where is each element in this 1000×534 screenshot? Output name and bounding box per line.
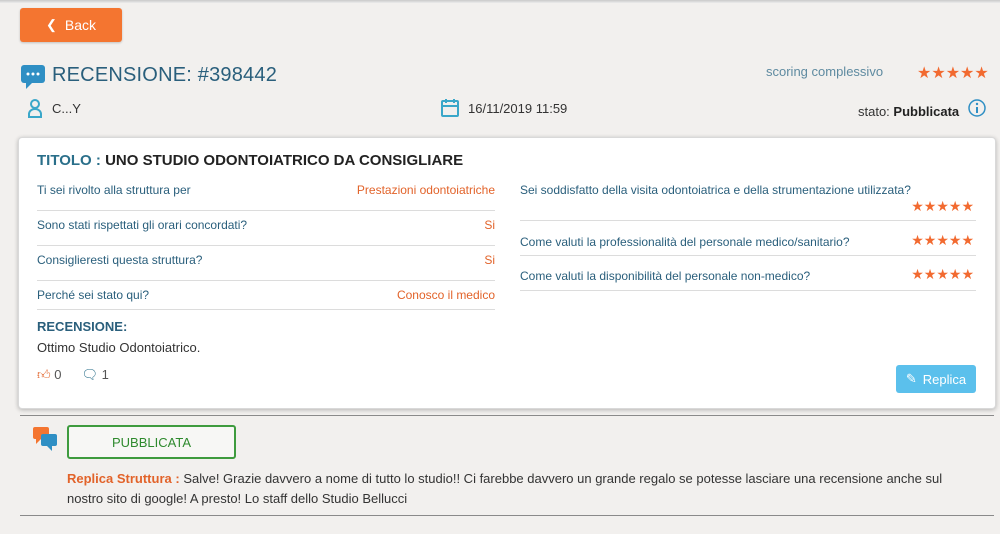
rating-stars: ★★★★★	[911, 198, 974, 214]
thumbs-up-icon: 👍︎	[37, 367, 51, 382]
comment-button[interactable]: 🗨︎ 1	[81, 367, 108, 383]
rating-stars: ★★★★★	[911, 232, 974, 248]
answer-text: Prestazioni odontoiatriche	[356, 183, 495, 197]
like-button[interactable]: 👍︎ 0	[37, 367, 61, 383]
user-icon	[28, 99, 42, 118]
reply-body: Salve! Grazie davvero a nome di tutto lo…	[67, 471, 943, 506]
question-text: Sono stati rispettati gli orari concorda…	[37, 218, 248, 232]
reply-label: Replica Struttura :	[67, 471, 180, 486]
reply-button[interactable]: ✎ Replica	[896, 365, 976, 393]
chevron-left-icon: ❮	[45, 17, 57, 32]
question-text: Ti sei rivolto alla struttura per	[37, 183, 191, 197]
review-text: Ottimo Studio Odontoiatrico.	[37, 340, 201, 355]
speech-bubble-icon	[21, 65, 45, 89]
question-row: Ti sei rivolto alla struttura per Presta…	[37, 175, 495, 211]
scoring-label: scoring complessivo	[766, 64, 884, 79]
back-button[interactable]: ❮ Back	[20, 8, 122, 42]
question-text: Consiglieresti questa struttura?	[37, 253, 203, 267]
reply-button-label: Replica	[922, 371, 967, 387]
question-row: Sono stati rispettati gli orari concorda…	[37, 210, 495, 246]
rating-row: Come valuti la disponibilità del persona…	[520, 255, 976, 291]
facility-reply: Replica Struttura : Salve! Grazie davver…	[67, 469, 967, 509]
comment-count: 1	[101, 367, 109, 382]
answer-text: Conosco il medico	[396, 288, 495, 302]
rating-question: Come valuti la professionalità del perso…	[520, 235, 850, 249]
review-id: #398442	[197, 64, 278, 86]
review-actions: 👍︎ 0 🗨︎ 1	[37, 367, 109, 383]
info-icon[interactable]	[968, 99, 986, 117]
divider	[20, 515, 994, 516]
title-text: UNO STUDIO ODONTOIATRICO DA CONSIGLIARE	[105, 152, 464, 169]
title-label: TITOLO :	[37, 152, 101, 169]
divider	[20, 415, 994, 416]
status-badge: Pubblicata	[893, 104, 960, 119]
question-row: Consiglieresti questa struttura? Si	[37, 245, 495, 281]
calendar-icon	[441, 99, 459, 117]
status-label: stato:	[858, 104, 890, 119]
page-title: RECENSIONE: #398442	[52, 64, 277, 87]
published-status-button[interactable]: PUBBLICATA	[67, 425, 236, 459]
rating-stars: ★★★★★	[911, 266, 974, 282]
pencil-icon: ✎	[905, 371, 917, 386]
review-title: TITOLO : UNO STUDIO ODONTOIATRICO DA CON…	[37, 152, 463, 169]
status-indicator: stato: Pubblicata	[858, 104, 959, 119]
reviewer-name: C...Y	[52, 101, 81, 116]
answer-text: Si	[484, 218, 495, 232]
answer-text: Si	[484, 253, 495, 267]
rating-question: Come valuti la disponibilità del persona…	[520, 269, 811, 283]
like-count: 0	[54, 367, 62, 382]
back-button-label: Back	[64, 17, 97, 33]
question-text: Perché sei stato qui?	[37, 288, 150, 302]
rating-row: Sei soddisfatto della visita odontoiatri…	[520, 175, 976, 221]
top-border	[0, 0, 1000, 3]
title-prefix: RECENSIONE:	[52, 64, 198, 86]
reply-bubbles-icon	[33, 427, 57, 451]
overall-rating-stars: ★★★★★	[917, 65, 989, 82]
question-row: Perché sei stato qui? Conosco il medico	[37, 280, 495, 310]
review-label: RECENSIONE:	[37, 319, 128, 334]
rating-row: Come valuti la professionalità del perso…	[520, 220, 976, 256]
review-datetime: 16/11/2019 11:59	[468, 101, 568, 116]
comment-icon: 🗨︎	[81, 367, 98, 382]
rating-question: Sei soddisfatto della visita odontoiatri…	[520, 183, 911, 197]
